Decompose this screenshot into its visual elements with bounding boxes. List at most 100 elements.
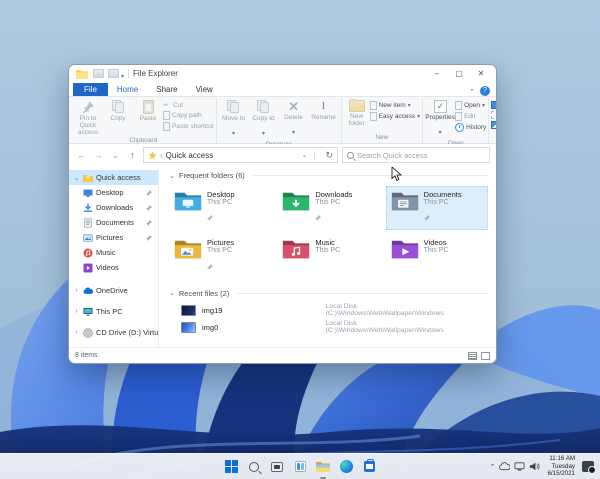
invert-selection-button[interactable]: Invert selection: [491, 121, 496, 129]
search-input[interactable]: [357, 150, 485, 160]
forward-button[interactable]: →: [92, 150, 105, 160]
active-app-indicator: [320, 476, 326, 479]
up-button[interactable]: ↑: [126, 150, 139, 160]
details-view-button[interactable]: [468, 351, 477, 360]
paste-shortcut-button[interactable]: Paste shortcut: [163, 122, 214, 131]
copy-to-button[interactable]: Copy to: [249, 99, 279, 140]
breadcrumb-separator: ›: [160, 150, 163, 160]
music-icon: [83, 248, 93, 257]
new-item-icon: [369, 101, 377, 110]
sidebar-item-network[interactable]: › Network: [69, 346, 158, 347]
new-item-button[interactable]: New item: [369, 101, 421, 110]
taskbar-search-button[interactable]: [246, 459, 262, 475]
task-view-button[interactable]: [269, 459, 285, 475]
recent-locations-caret-icon[interactable]: ⌄: [109, 150, 122, 161]
pin-icon: [207, 208, 235, 226]
status-bar: 8 items: [69, 347, 496, 363]
folder-tile-documents[interactable]: Documents This PC: [385, 186, 488, 231]
new-folder-icon: [348, 99, 365, 112]
address-dropdown-caret-icon[interactable]: ⌄: [302, 151, 308, 159]
help-icon[interactable]: ?: [480, 86, 490, 96]
titlebar[interactable]: File Explorer – ▢ ✕: [69, 65, 496, 82]
desktop-icon: [83, 189, 93, 197]
sidebar-item-documents[interactable]: Documents: [69, 215, 158, 230]
frequent-folders-header[interactable]: ⌄ Frequent folders (6): [169, 171, 488, 180]
open-button[interactable]: Open: [455, 101, 486, 110]
store-button[interactable]: [361, 459, 377, 475]
edit-icon: [455, 112, 463, 121]
chevron-right-icon[interactable]: ›: [73, 287, 80, 294]
pin-to-quick-access-button[interactable]: Pin to Quick access: [73, 99, 103, 136]
select-all-icon: [491, 101, 496, 109]
start-button[interactable]: [223, 459, 239, 475]
recent-file-row[interactable]: img0 Local Disk (C:)\Windows\Web\Wallpap…: [169, 319, 488, 336]
search-box[interactable]: [342, 147, 490, 163]
rename-button[interactable]: Rename: [309, 99, 339, 121]
volume-tray-icon[interactable]: [529, 461, 540, 472]
paste-button[interactable]: Paste: [133, 99, 163, 122]
network-tray-icon[interactable]: [514, 461, 525, 472]
notification-center-icon[interactable]: [582, 461, 596, 474]
select-none-button[interactable]: Select none: [491, 111, 496, 119]
address-bar[interactable]: › Quick access ⌄ ↻: [143, 147, 338, 163]
close-button[interactable]: ✕: [470, 66, 492, 81]
cut-button[interactable]: ✂ Cut: [163, 101, 214, 110]
new-folder-button[interactable]: New folder: [344, 99, 370, 127]
sidebar-item-videos[interactable]: Videos: [69, 260, 158, 275]
maximize-button[interactable]: ▢: [448, 66, 470, 81]
edit-button[interactable]: Edit: [455, 112, 486, 121]
properties-button[interactable]: Properties: [425, 99, 455, 139]
sidebar-item-desktop[interactable]: Desktop: [69, 185, 158, 200]
folder-tile-music[interactable]: Music This PC: [277, 234, 379, 278]
widgets-button[interactable]: [292, 459, 308, 475]
copy-path-button[interactable]: Copy path: [163, 111, 214, 120]
taskbar-file-explorer-button[interactable]: [315, 459, 331, 479]
chevron-right-icon[interactable]: ›: [73, 308, 80, 315]
recent-file-row[interactable]: img19 Local Disk (C:)\Windows\Web\Wallpa…: [169, 302, 488, 319]
sidebar-item-onedrive[interactable]: › OneDrive: [69, 283, 158, 298]
minimize-ribbon-icon[interactable]: ⌃: [464, 88, 480, 96]
chevron-down-icon[interactable]: ⌄: [73, 174, 80, 182]
sidebar-item-quick-access[interactable]: ⌄ Quick access: [69, 170, 158, 185]
recent-files-list: img19 Local Disk (C:)\Windows\Web\Wallpa…: [169, 302, 488, 336]
folder-tile-videos[interactable]: Videos This PC: [386, 234, 488, 278]
refresh-icon[interactable]: ↻: [325, 150, 333, 161]
clock[interactable]: 11:16 AM Tuesday 6/15/2021: [547, 455, 575, 478]
tab-view[interactable]: View: [187, 83, 222, 96]
minimize-button[interactable]: –: [426, 66, 448, 81]
edge-button[interactable]: [338, 459, 354, 475]
sidebar-item-downloads[interactable]: Downloads: [69, 200, 158, 215]
qat-customize-caret-icon[interactable]: [121, 65, 124, 83]
copy-button[interactable]: Copy: [103, 99, 133, 122]
pushpin-icon: [82, 101, 94, 114]
collapse-chevron-icon[interactable]: ⌄: [169, 172, 175, 180]
copy-path-icon: [163, 111, 170, 120]
history-button[interactable]: History: [455, 123, 486, 132]
recent-files-header[interactable]: ⌄ Recent files (2): [169, 289, 488, 298]
select-all-button[interactable]: Select all: [491, 101, 496, 109]
collapse-chevron-icon[interactable]: ⌄: [169, 289, 175, 297]
sidebar-item-cd-drive[interactable]: › CD Drive (D:) Virtual: [69, 325, 158, 340]
delete-button[interactable]: ✕ Delete: [279, 99, 309, 139]
large-icons-view-button[interactable]: [481, 351, 490, 360]
qat-properties-button[interactable]: [93, 69, 104, 78]
breadcrumb[interactable]: Quick access: [166, 151, 299, 160]
folder-tile-pictures[interactable]: Pictures This PC: [169, 234, 271, 278]
easy-access-icon: [369, 112, 377, 121]
pin-icon: [423, 208, 462, 226]
tray-overflow-chevron-icon[interactable]: ⌃: [490, 463, 496, 471]
easy-access-button[interactable]: Easy access: [369, 112, 421, 121]
back-button[interactable]: ←: [75, 150, 88, 160]
move-to-button[interactable]: Move to: [219, 99, 249, 140]
tab-share[interactable]: Share: [147, 83, 186, 96]
tab-home[interactable]: Home: [108, 83, 147, 96]
sidebar-item-music[interactable]: Music: [69, 245, 158, 260]
tab-file[interactable]: File: [73, 83, 108, 96]
sidebar-item-this-pc[interactable]: › This PC: [69, 304, 158, 319]
chevron-right-icon[interactable]: ›: [73, 329, 80, 336]
folder-tile-desktop[interactable]: Desktop This PC: [169, 186, 271, 230]
qat-new-folder-button[interactable]: [108, 69, 119, 78]
onedrive-tray-icon[interactable]: [499, 461, 511, 472]
sidebar-item-pictures[interactable]: Pictures: [69, 230, 158, 245]
folder-tile-downloads[interactable]: Downloads This PC: [277, 186, 379, 230]
